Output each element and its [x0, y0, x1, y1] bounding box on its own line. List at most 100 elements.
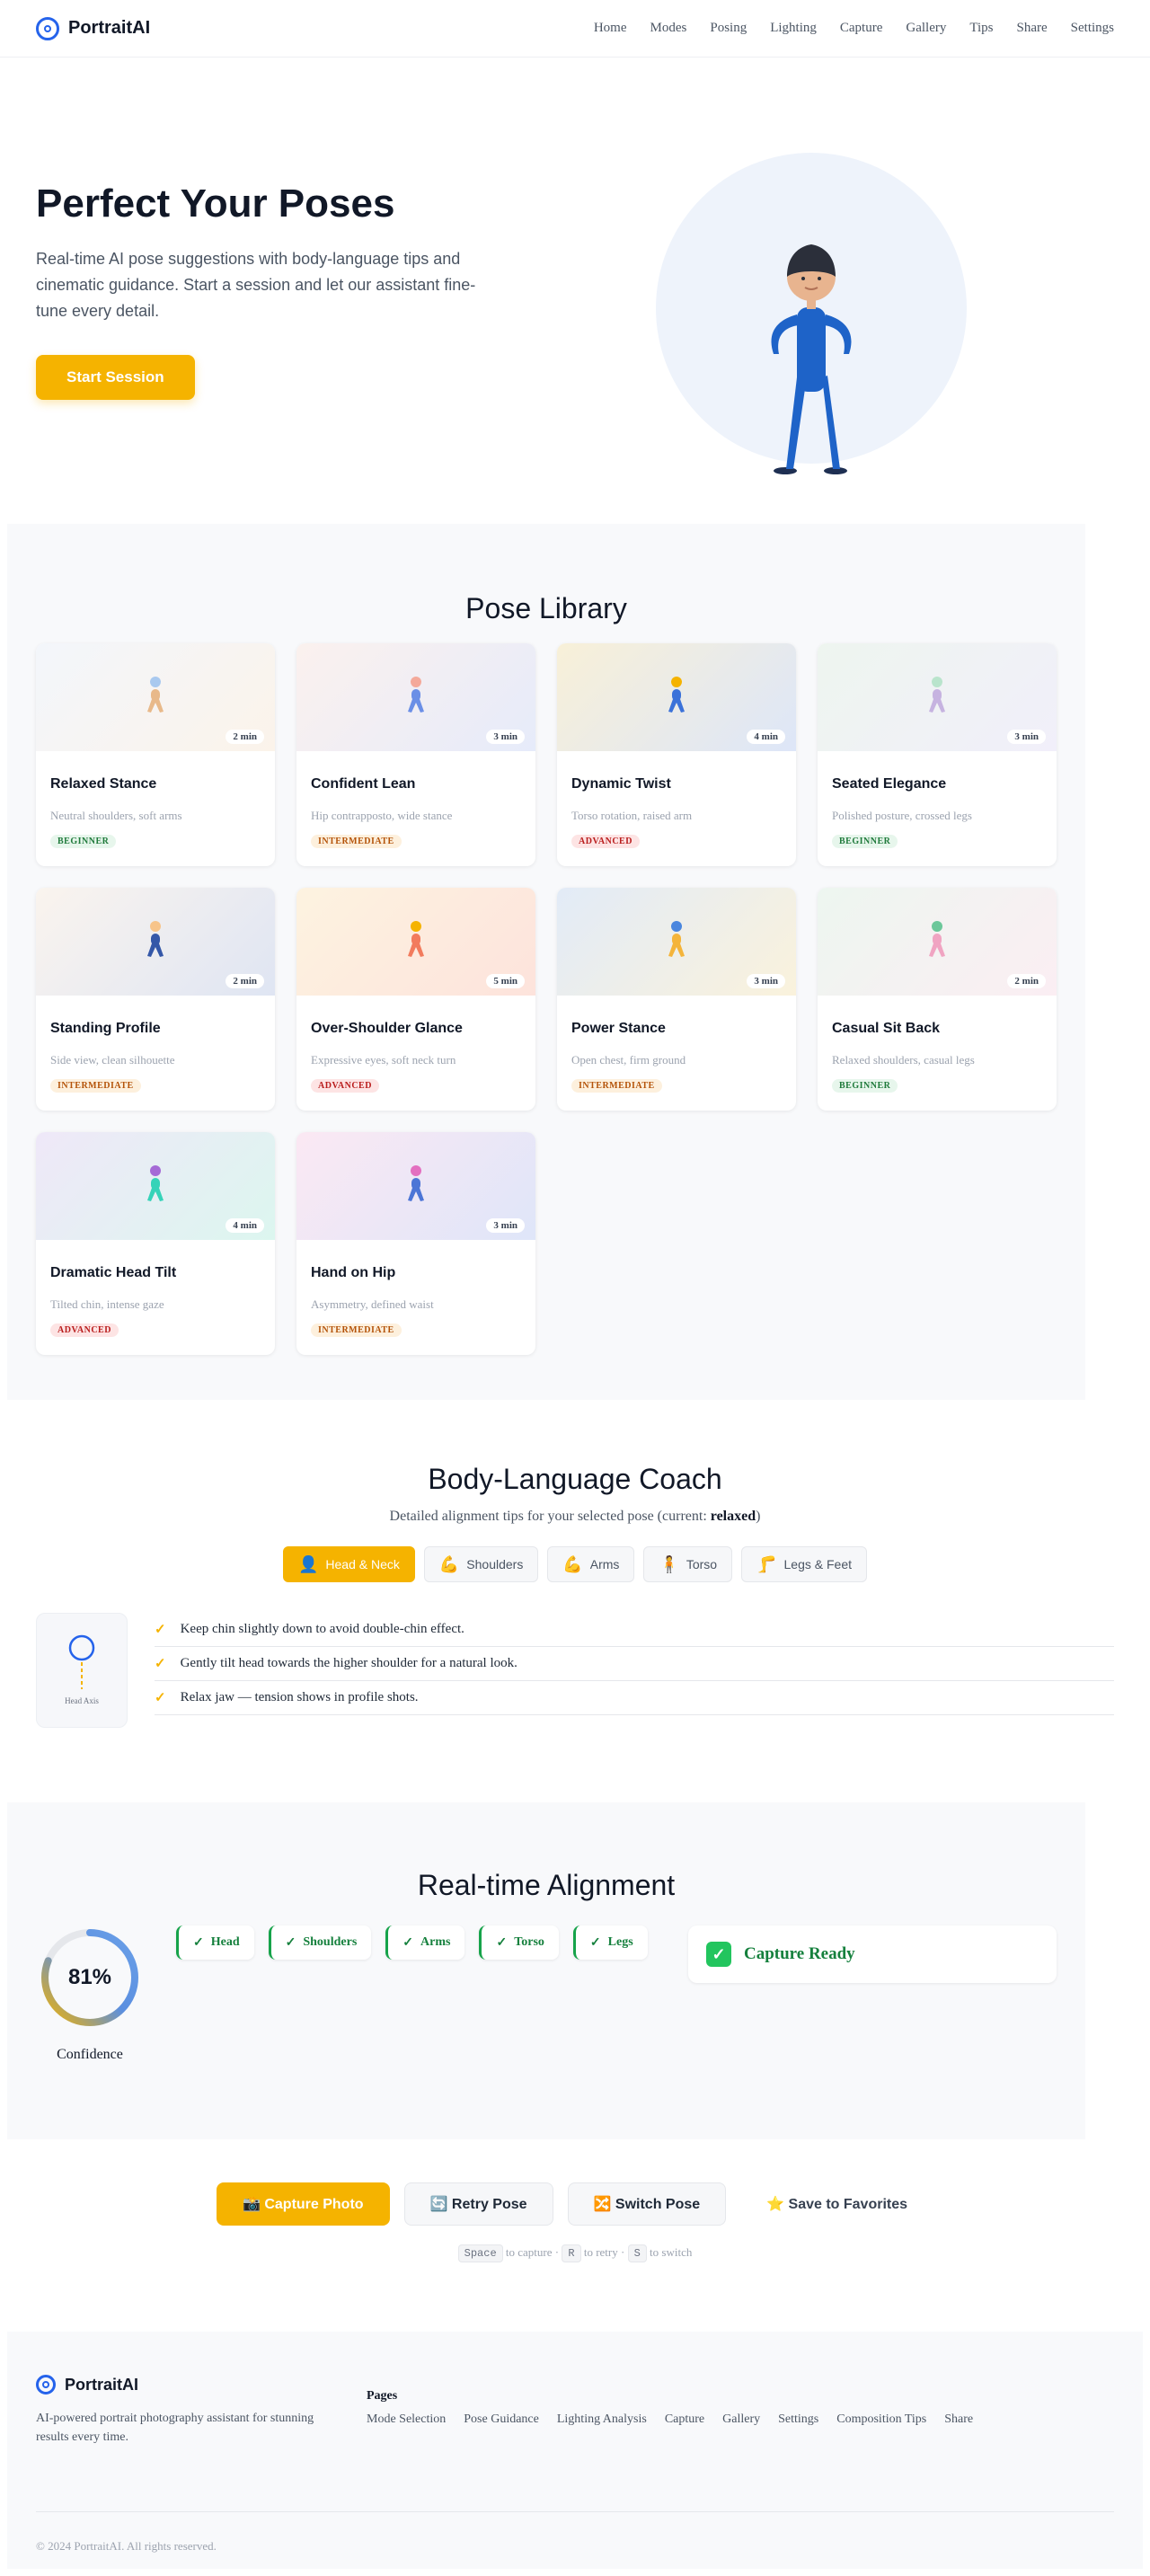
- coach-subtitle-prefix: Detailed alignment tips for your selecte…: [389, 1509, 711, 1524]
- pose-description: Side view, clean silhouette: [50, 1053, 175, 1067]
- pose-card[interactable]: 4 min Dynamic Twist Torso rotation, raised…: [557, 643, 796, 866]
- footer-link-pose-guidance[interactable]: Pose Guidance: [464, 2412, 539, 2427]
- check-icon: ✓: [285, 1935, 296, 1950]
- nav-link-modes[interactable]: Modes: [650, 21, 687, 36]
- footer-link-mode-selection[interactable]: Mode Selection: [367, 2412, 446, 2427]
- pose-card[interactable]: 2 min Casual Sit Back Relaxed shoulders, c…: [818, 888, 1057, 1111]
- pose-card[interactable]: 3 min Confident Lean Hip contrapposto, wid…: [296, 643, 535, 866]
- pose-title: Dynamic Twist: [571, 776, 671, 792]
- retry-pose-button[interactable]: 🔄 Retry Pose: [403, 2182, 553, 2226]
- nav-link-capture[interactable]: Capture: [840, 21, 882, 36]
- shortcut-text: to capture: [505, 2245, 553, 2259]
- pose-figure-icon: [147, 1165, 164, 1201]
- pose-card[interactable]: 2 min Standing Profile Side view, clean si…: [36, 888, 275, 1111]
- footer-brand-name: PortraitAI: [65, 2375, 139, 2394]
- footer-link-settings[interactable]: Settings: [778, 2412, 818, 2427]
- leg-icon: 🦵: [756, 1554, 777, 1573]
- pose-thumbnail: 3 min: [296, 1132, 535, 1240]
- switch-pose-button[interactable]: 🔀 Switch Pose: [567, 2182, 727, 2226]
- tab-legs-feet[interactable]: 🦵 Legs & Feet: [741, 1546, 868, 1582]
- pose-grid: 2 min Relaxed Stance Neutral shoulders, so…: [36, 643, 1057, 1355]
- check-icon: ✓: [589, 1935, 601, 1950]
- nav-link-posing[interactable]: Posing: [710, 21, 747, 36]
- pose-description: Neutral shoulders, soft arms: [50, 809, 182, 822]
- nav-link-home[interactable]: Home: [594, 21, 627, 36]
- check-shoulders: ✓ Shoulders: [268, 1925, 372, 1960]
- difficulty-badge: ADVANCED: [571, 835, 640, 848]
- tip-text: Relax jaw — tension shows in profile sho…: [180, 1690, 419, 1704]
- pose-card[interactable]: 3 min Hand on Hip Asymmetry, defined waist…: [296, 1132, 535, 1355]
- pose-card[interactable]: 3 min Seated Elegance Polished posture, cr…: [818, 643, 1057, 866]
- pose-thumbnail: 3 min: [557, 888, 796, 996]
- tab-torso[interactable]: 🧍 Torso: [643, 1546, 733, 1582]
- difficulty-badge: INTERMEDIATE: [311, 1323, 402, 1337]
- current-pose: relaxed: [710, 1509, 756, 1524]
- check-icon: ✓: [155, 1691, 166, 1705]
- pose-description: Polished posture, crossed legs: [832, 809, 972, 822]
- pose-title: Dramatic Head Tilt: [50, 1265, 177, 1280]
- coach-subtitle: Detailed alignment tips for your selecte…: [36, 1509, 1114, 1525]
- pose-card[interactable]: 4 min Dramatic Head Tilt Tilted chin, inte…: [36, 1132, 275, 1355]
- pose-thumbnail: 4 min: [36, 1132, 275, 1240]
- pose-title: Seated Elegance: [832, 776, 947, 792]
- difficulty-badge: BEGINNER: [832, 1079, 898, 1093]
- pose-title: Power Stance: [571, 1021, 666, 1036]
- nav-link-gallery[interactable]: Gallery: [906, 21, 946, 36]
- nav-links: Home Modes Posing Lighting Capture Galle…: [594, 21, 1114, 36]
- pose-card[interactable]: 3 min Power Stance Open chest, firm ground…: [557, 888, 796, 1111]
- nav-link-lighting[interactable]: Lighting: [770, 21, 817, 36]
- check-icon: ✓: [402, 1935, 414, 1950]
- brand-logo[interactable]: PortraitAI: [36, 16, 151, 40]
- pose-library-title: Pose Library: [465, 592, 627, 624]
- nav-link-settings[interactable]: Settings: [1071, 21, 1114, 36]
- footer-link-lighting-analysis[interactable]: Lighting Analysis: [557, 2412, 647, 2427]
- footer-link-composition-tips[interactable]: Composition Tips: [836, 2412, 926, 2427]
- tip-text: Gently tilt head towards the higher shou…: [180, 1656, 518, 1670]
- duration-badge: 2 min: [1007, 974, 1046, 988]
- difficulty-badge: ADVANCED: [311, 1079, 379, 1093]
- pose-thumbnail: 3 min: [296, 643, 535, 751]
- footer-link-capture[interactable]: Capture: [665, 2412, 704, 2427]
- start-session-button[interactable]: Start Session: [36, 355, 195, 400]
- duration-badge: 5 min: [486, 974, 525, 988]
- hero-illustration: [656, 153, 967, 474]
- pose-figure-icon: [929, 921, 945, 957]
- pose-description: Open chest, firm ground: [571, 1053, 686, 1067]
- check-mark-icon: ✓: [706, 1942, 731, 1967]
- tip-item: ✓ Gently tilt head towards the higher sho…: [155, 1647, 1114, 1681]
- standing-person-icon: 🧍: [659, 1554, 679, 1573]
- head-icon: 👤: [297, 1554, 319, 1573]
- nav-link-share[interactable]: Share: [1017, 21, 1048, 36]
- footer-link-share[interactable]: Share: [944, 2412, 973, 2427]
- pose-card[interactable]: 5 min Over-Shoulder Glance Expressive eyes…: [296, 888, 535, 1111]
- duration-badge: 4 min: [747, 730, 785, 744]
- pose-thumbnail: 2 min: [818, 888, 1057, 996]
- check-icon: ✓: [155, 1657, 166, 1671]
- duration-badge: 2 min: [226, 974, 264, 988]
- footer-link-gallery[interactable]: Gallery: [722, 2412, 760, 2427]
- pose-figure-icon: [408, 677, 424, 713]
- brand-name: PortraitAI: [68, 18, 151, 38]
- pose-title: Confident Lean: [311, 776, 416, 792]
- footer-brand[interactable]: PortraitAI: [36, 2375, 367, 2395]
- top-nav: PortraitAI Home Modes Posing Lighting Ca…: [0, 0, 1150, 58]
- alignment-section: Real-time Alignment 81% Confidence ✓ Head…: [7, 1802, 1085, 2139]
- hero-description: Real-time AI pose suggestions with body-…: [36, 250, 476, 320]
- pose-card[interactable]: 2 min Relaxed Stance Neutral shoulders, so…: [36, 643, 275, 866]
- check-icon: ✓: [155, 1623, 166, 1637]
- nav-link-tips[interactable]: Tips: [969, 21, 993, 36]
- tab-head-neck[interactable]: 👤 Head & Neck: [282, 1546, 415, 1582]
- check-label: Legs: [607, 1935, 633, 1949]
- duration-badge: 3 min: [747, 974, 785, 988]
- tab-shoulders[interactable]: 💪 Shoulders: [423, 1546, 539, 1582]
- pose-description: Hip contrapposto, wide stance: [311, 809, 453, 822]
- tab-arms[interactable]: 💪 Arms: [547, 1546, 635, 1582]
- alignment-checks: ✓ Head ✓ Shoulders ✓ Arms ✓ Torso ✓ Legs: [176, 1925, 648, 1960]
- pose-thumbnail: 3 min: [818, 643, 1057, 751]
- hero-section: Perfect Your Poses Real-time AI pose sug…: [0, 58, 1150, 524]
- capture-photo-button[interactable]: 📸 Capture Photo: [216, 2182, 390, 2226]
- duration-badge: 3 min: [486, 1218, 525, 1233]
- kbd-key: Space: [457, 2244, 503, 2262]
- copyright: © 2024 PortraitAI. All rights reserved.: [36, 2511, 1114, 2554]
- save-favorites-button[interactable]: ⭐ Save to Favorites: [740, 2182, 934, 2226]
